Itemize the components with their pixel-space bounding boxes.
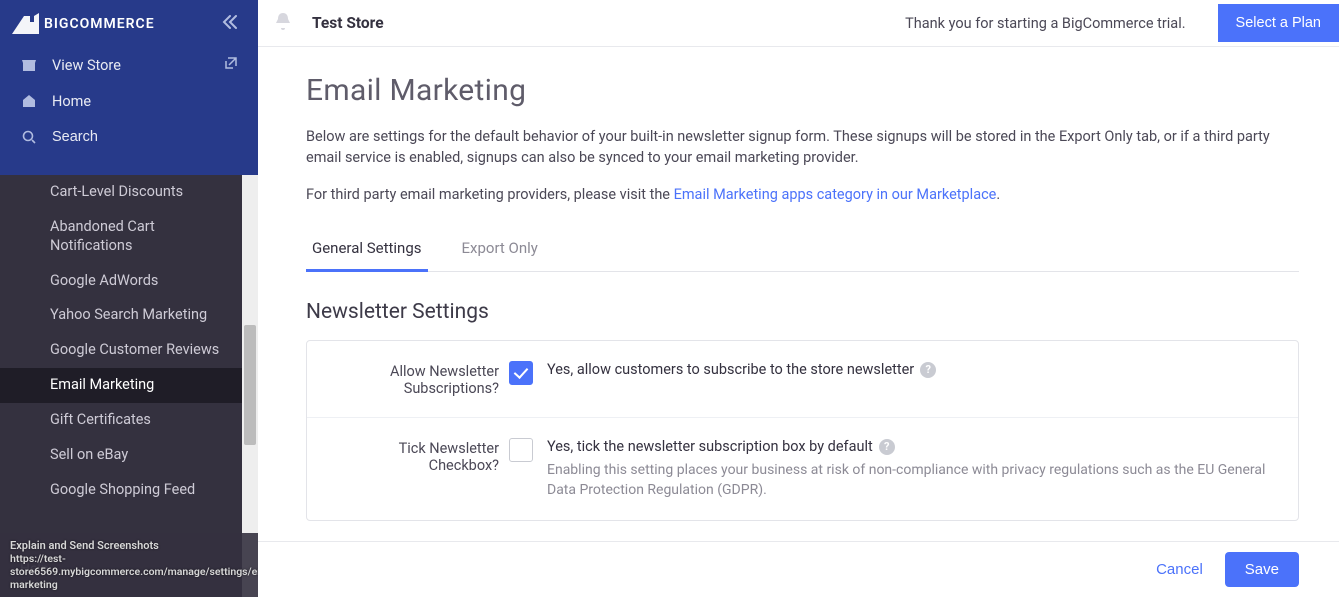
intro2-prefix: For third party email marketing provider… — [306, 186, 674, 203]
newsletter-settings-panel: Allow Newsletter Subscriptions? Yes, all… — [306, 340, 1299, 521]
marketplace-link[interactable]: Email Marketing apps category in our Mar… — [674, 186, 997, 203]
primary-nav: View Store Home — [0, 47, 258, 155]
tab-general-settings[interactable]: General Settings — [306, 229, 428, 272]
sidebar: BIGCOMMERCE View Store Home Cart-L — [0, 0, 258, 597]
brand-logo[interactable]: BIGCOMMERCE — [12, 13, 155, 35]
page-title: Email Marketing — [306, 73, 1299, 108]
sidebar-item[interactable]: Sell on eBay — [0, 438, 242, 473]
tabs: General Settings Export Only — [306, 229, 1299, 272]
sidebar-item[interactable]: Abandoned Cart Notifications — [0, 210, 242, 264]
field-text: Yes, tick the newsletter subscription bo… — [547, 438, 873, 455]
field-text: Yes, allow customers to subscribe to the… — [547, 361, 914, 378]
sidebar-item[interactable]: Email Marketing — [0, 368, 242, 403]
content: Email Marketing Below are settings for t… — [258, 47, 1339, 597]
sidebar-item[interactable]: Google Customer Reviews — [0, 333, 242, 368]
field-description: Enabling this setting places your busine… — [547, 461, 1270, 500]
search-input[interactable] — [52, 129, 212, 145]
help-icon[interactable]: ? — [920, 362, 936, 378]
help-icon[interactable]: ? — [879, 439, 895, 455]
notifications-icon[interactable] — [272, 10, 294, 36]
section-title: Newsletter Settings — [306, 300, 1299, 324]
intro-paragraph-1: Below are settings for the default behav… — [306, 126, 1299, 168]
allow-subscriptions-checkbox[interactable] — [509, 361, 533, 385]
home-icon — [20, 93, 38, 109]
overlay-tooltip: Explain and Send Screenshots https://tes… — [0, 533, 258, 597]
nav-home[interactable]: Home — [0, 83, 258, 119]
field-label: Allow Newsletter Subscriptions? — [335, 361, 499, 397]
search-icon — [20, 129, 38, 145]
external-link-icon — [224, 56, 238, 74]
collapse-sidebar-button[interactable] — [222, 15, 238, 33]
sidebar-item[interactable]: Cart-Level Discounts — [0, 175, 242, 210]
store-name: Test Store — [312, 14, 384, 32]
field-allow-subscriptions: Allow Newsletter Subscriptions? Yes, all… — [307, 341, 1298, 417]
intro2-suffix: . — [996, 186, 1000, 203]
nav-search[interactable] — [0, 119, 258, 155]
select-plan-button[interactable]: Select a Plan — [1218, 4, 1339, 42]
trial-message: Thank you for starting a BigCommerce tri… — [905, 15, 1185, 32]
overlay-line1: Explain and Send Screenshots — [10, 539, 248, 552]
chevron-double-left-icon — [222, 15, 238, 29]
footer-bar: Cancel Save — [258, 541, 1339, 597]
nav-view-store[interactable]: View Store — [0, 47, 258, 83]
sidebar-item[interactable]: Gift Certificates — [0, 403, 242, 438]
field-tick-checkbox: Tick Newsletter Checkbox? Yes, tick the … — [307, 417, 1298, 520]
main: Test Store Thank you for starting a BigC… — [258, 0, 1339, 597]
logo-row: BIGCOMMERCE — [0, 0, 258, 47]
nav-label: Home — [52, 93, 91, 110]
intro-paragraph-2: For third party email marketing provider… — [306, 184, 1299, 205]
sidebar-item[interactable]: Google Shopping Feed — [0, 473, 242, 508]
field-label: Tick Newsletter Checkbox? — [335, 438, 499, 500]
scrollbar-thumb[interactable] — [244, 325, 256, 445]
brand-name: BIGCOMMERCE — [44, 16, 155, 32]
cancel-button[interactable]: Cancel — [1156, 561, 1203, 578]
tab-export-only[interactable]: Export Only — [456, 229, 544, 271]
storefront-icon — [20, 57, 38, 73]
topbar: Test Store Thank you for starting a BigC… — [258, 0, 1339, 47]
tick-newsletter-checkbox[interactable] — [509, 438, 533, 462]
sidebar-header: BIGCOMMERCE View Store Home — [0, 0, 258, 175]
sidebar-item[interactable]: Yahoo Search Marketing — [0, 298, 242, 333]
bigcommerce-logo-icon — [12, 13, 40, 35]
sidebar-item[interactable]: Google AdWords — [0, 264, 242, 299]
overlay-line2: https://test-store6569.mybigcommerce.com… — [10, 552, 248, 591]
nav-label: View Store — [52, 57, 121, 74]
secondary-nav: Cart-Level DiscountsAbandoned Cart Notif… — [0, 175, 242, 507]
save-button[interactable]: Save — [1225, 552, 1299, 587]
